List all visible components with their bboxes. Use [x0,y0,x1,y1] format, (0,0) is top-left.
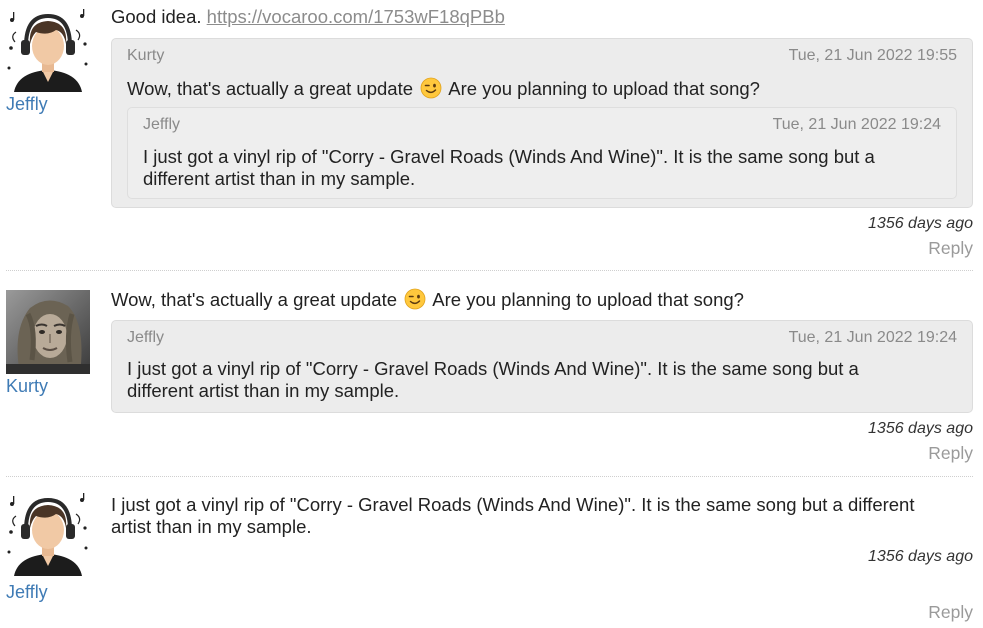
vocaroo-link[interactable]: https://vocaroo.com/1753wF18qPBb [207,6,505,27]
comment-age: 1356 days ago [868,215,973,232]
reply-button[interactable]: Reply [928,238,973,259]
comment-divider [6,476,973,477]
avatar[interactable] [6,492,90,576]
quoted-comment: Jeffly Tue, 21 Jun 2022 19:24 I just got… [111,320,973,413]
comment: Kurty Wow, that's actually a great updat… [0,282,983,472]
comment-author: Jeffly [6,8,92,114]
quote-text-line: different artist than in my sample. [127,380,400,401]
quote-author: Jeffly [143,116,181,133]
quote-date: Tue, 21 Jun 2022 19:24 [772,116,941,133]
quote-author: Kurty [127,47,165,64]
comment-text-part: Are you planning to upload that song? [432,289,744,310]
comment-text: Good idea. https://vocaroo.com/1753wF18q… [111,6,973,28]
username-link[interactable]: Jeffly [6,94,48,115]
comment-author: Kurty [6,290,92,396]
quote-text-line: I just got a vinyl rip of "Corry - Grave… [143,146,875,167]
comment-text: Wow, that's actually a great update Are … [111,288,973,311]
quote-date: Tue, 21 Jun 2022 19:55 [788,47,957,64]
quote-date: Tue, 21 Jun 2022 19:24 [788,329,957,346]
quote-text: Wow, that's actually a great update Are … [127,77,760,100]
username-link[interactable]: Kurty [6,376,48,397]
reply-button[interactable]: Reply [928,602,973,623]
winking-face-icon [404,288,426,310]
quote-text-part: Are you planning to upload that song? [448,78,760,99]
comment-age: 1356 days ago [868,548,973,565]
comment-author: Jeffly [6,492,92,602]
winking-face-icon [420,77,442,99]
comment-text-line: artist than in my sample. [111,516,312,537]
quote-text-line: I just got a vinyl rip of "Corry - Grave… [127,358,859,379]
nested-quoted-comment: Jeffly Tue, 21 Jun 2022 19:24 I just got… [127,107,957,199]
quote-author: Jeffly [127,329,165,346]
reply-button[interactable]: Reply [928,443,973,464]
quote-text-line: different artist than in my sample. [143,168,416,189]
username-link[interactable]: Jeffly [6,582,48,603]
comment-text-prefix: Good idea. [111,6,207,27]
avatar[interactable] [6,290,90,374]
comment: Jeffly Good idea. https://vocaroo.com/17… [0,0,983,262]
quoted-comment: Kurty Tue, 21 Jun 2022 19:55 Wow, that's… [111,38,973,208]
comment-divider [6,270,973,271]
comment-text-line: I just got a vinyl rip of "Corry - Grave… [111,494,915,515]
comment-thread: Jeffly Good idea. https://vocaroo.com/17… [0,0,983,628]
comment: Jeffly I just got a vinyl rip of "Corry … [0,488,983,628]
quote-text-part: Wow, that's actually a great update [127,78,414,99]
comment-text-part: Wow, that's actually a great update [111,289,398,310]
comment-age: 1356 days ago [868,420,973,437]
avatar[interactable] [6,8,90,92]
